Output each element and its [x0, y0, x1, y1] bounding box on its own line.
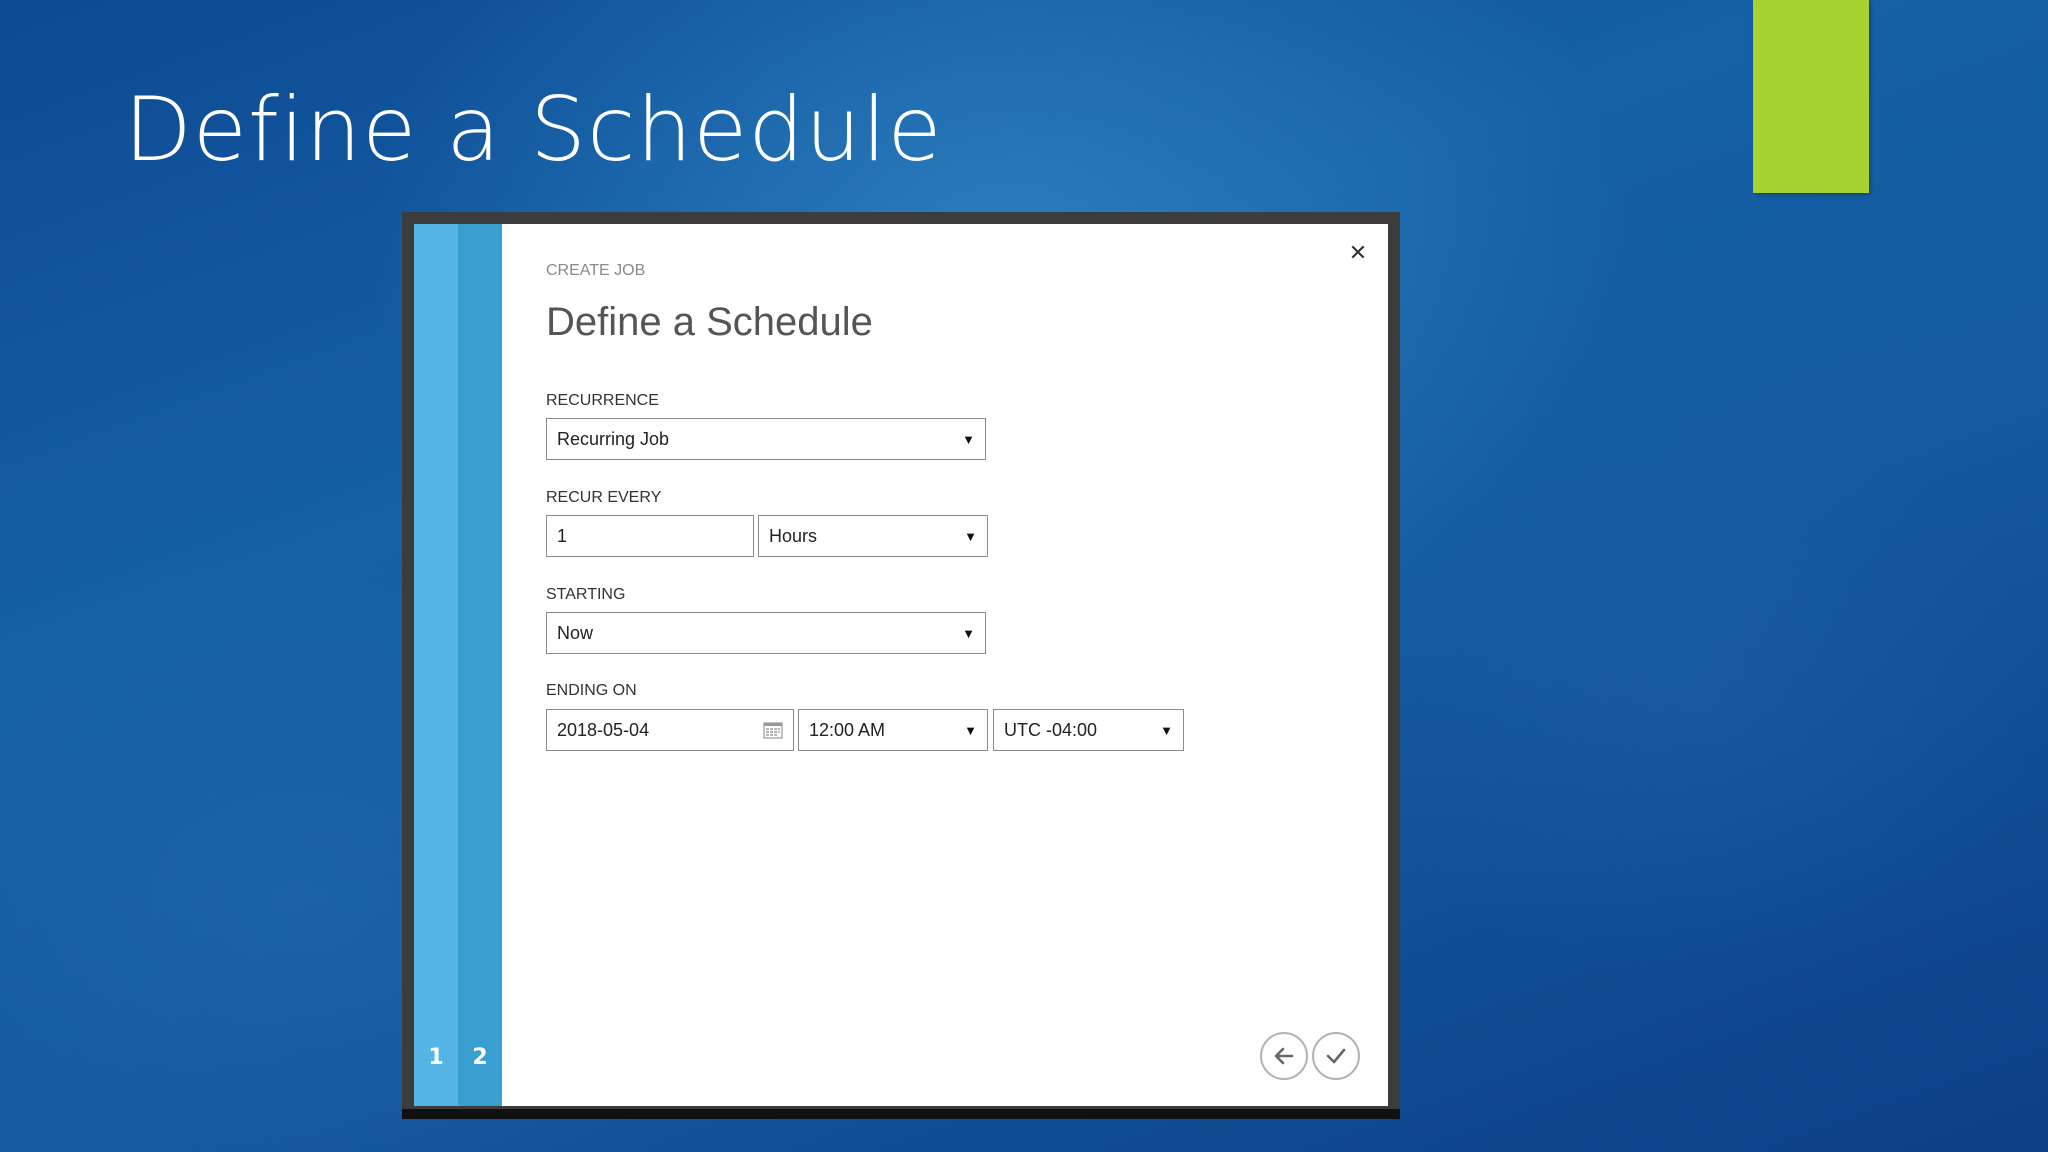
- chevron-down-icon: ▼: [964, 722, 977, 738]
- ending-time-value: 12:00 AM: [809, 719, 886, 740]
- recur-every-unit-value: Hours: [769, 525, 818, 546]
- timezone-select[interactable]: UTC -04:00 ▼: [993, 709, 1184, 751]
- step-number-1: 1: [428, 1045, 444, 1070]
- dialog-frame: 1 2 ✕ CREATE JOB Define a Schedule RECUR…: [402, 212, 1400, 1119]
- recur-every-unit-select[interactable]: Hours ▼: [758, 515, 988, 557]
- ending-date-value: 2018-05-04: [557, 719, 650, 740]
- starting-label: STARTING: [546, 586, 626, 603]
- arrow-left-icon: [1274, 1047, 1294, 1065]
- chevron-down-icon: ▼: [962, 431, 975, 447]
- recurrence-label: RECURRENCE: [546, 392, 659, 409]
- dialog-content: CREATE JOB Define a Schedule RECURRENCE …: [546, 224, 1388, 1106]
- recurrence-value: Recurring Job: [557, 428, 670, 449]
- calendar-icon[interactable]: [763, 721, 783, 739]
- starting-value: Now: [557, 622, 594, 643]
- accent-block: [1753, 0, 1869, 193]
- step-number-2: 2: [472, 1045, 488, 1070]
- recurrence-select[interactable]: Recurring Job ▼: [546, 418, 986, 460]
- wizard-step-1[interactable]: 1: [414, 224, 458, 1106]
- recur-every-count-input[interactable]: 1: [546, 515, 754, 557]
- ending-date-input[interactable]: 2018-05-04: [546, 709, 794, 751]
- chevron-down-icon: ▼: [1160, 722, 1173, 738]
- wizard-step-2[interactable]: 2: [458, 224, 502, 1106]
- dialog-eyebrow: CREATE JOB: [546, 262, 646, 279]
- ending-on-label: ENDING ON: [546, 682, 637, 699]
- ending-time-select[interactable]: 12:00 AM ▼: [798, 709, 988, 751]
- checkmark-icon: [1326, 1048, 1346, 1064]
- dialog-title: Define a Schedule: [546, 300, 873, 344]
- chevron-down-icon: ▼: [962, 625, 975, 641]
- recur-every-count-value: 1: [557, 525, 568, 546]
- slide-title: Define a Schedule: [124, 78, 943, 181]
- starting-select[interactable]: Now ▼: [546, 612, 986, 654]
- create-job-dialog: 1 2 ✕ CREATE JOB Define a Schedule RECUR…: [414, 224, 1388, 1106]
- recur-every-label: RECUR EVERY: [546, 489, 662, 506]
- back-button[interactable]: [1260, 1032, 1308, 1080]
- confirm-button[interactable]: [1312, 1032, 1360, 1080]
- timezone-value: UTC -04:00: [1004, 719, 1098, 740]
- chevron-down-icon: ▼: [964, 528, 977, 544]
